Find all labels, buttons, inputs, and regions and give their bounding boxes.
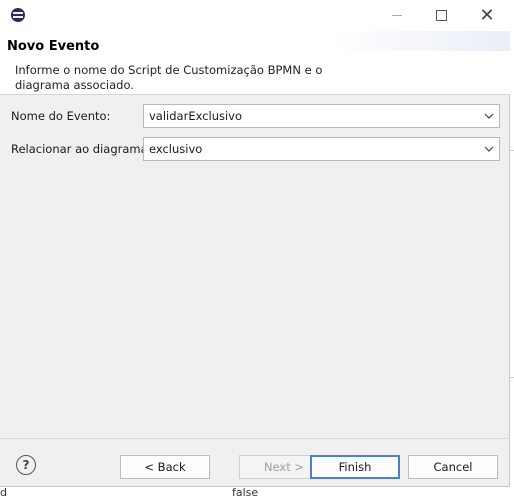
diagram-row: Relacionar ao diagrama: exclusivo: [0, 137, 510, 161]
close-button[interactable]: ✕: [464, 0, 510, 31]
background-text: d: [0, 486, 7, 499]
diagram-value: exclusivo: [149, 142, 203, 156]
page-description: Informe o nome do Script de Customização…: [15, 63, 323, 92]
diagram-label: Relacionar ao diagrama:: [11, 142, 152, 156]
page-title: Novo Evento: [7, 39, 100, 54]
chevron-down-icon[interactable]: [483, 110, 495, 122]
header-banner-gradient: [330, 31, 510, 51]
title-bar: ✕: [0, 0, 510, 31]
help-button[interactable]: ?: [16, 455, 36, 475]
maximize-button[interactable]: [418, 0, 464, 31]
event-name-row: Nome do Evento: validarExclusivo: [0, 104, 510, 128]
maximize-icon: [435, 10, 447, 21]
close-icon: ✕: [479, 4, 495, 26]
diagram-combo[interactable]: exclusivo: [143, 137, 500, 161]
event-name-label: Nome do Evento:: [11, 109, 111, 123]
chevron-down-icon[interactable]: [483, 143, 495, 155]
background-text: false: [232, 486, 259, 499]
next-button-label: Next >: [263, 460, 305, 474]
wizard-header: Novo Evento Informe o nome do Script de …: [0, 31, 510, 95]
new-event-dialog: ✕ Novo Evento Informe o nome do Script d…: [0, 0, 510, 487]
finish-button-label: Finish: [338, 460, 372, 474]
cancel-button[interactable]: Cancel: [408, 455, 498, 479]
button-bar-separator: [0, 438, 510, 439]
back-button-label: < Back: [144, 460, 186, 474]
help-icon: ?: [22, 458, 30, 472]
back-button[interactable]: < Back: [120, 455, 210, 479]
eclipse-app-icon: [11, 8, 25, 22]
cancel-button-label: Cancel: [433, 460, 473, 474]
minimize-button[interactable]: [374, 0, 420, 31]
minimize-icon: [392, 15, 402, 16]
event-name-combo[interactable]: validarExclusivo: [143, 104, 500, 128]
event-name-value: validarExclusivo: [149, 109, 243, 123]
finish-button[interactable]: Finish: [310, 455, 400, 479]
